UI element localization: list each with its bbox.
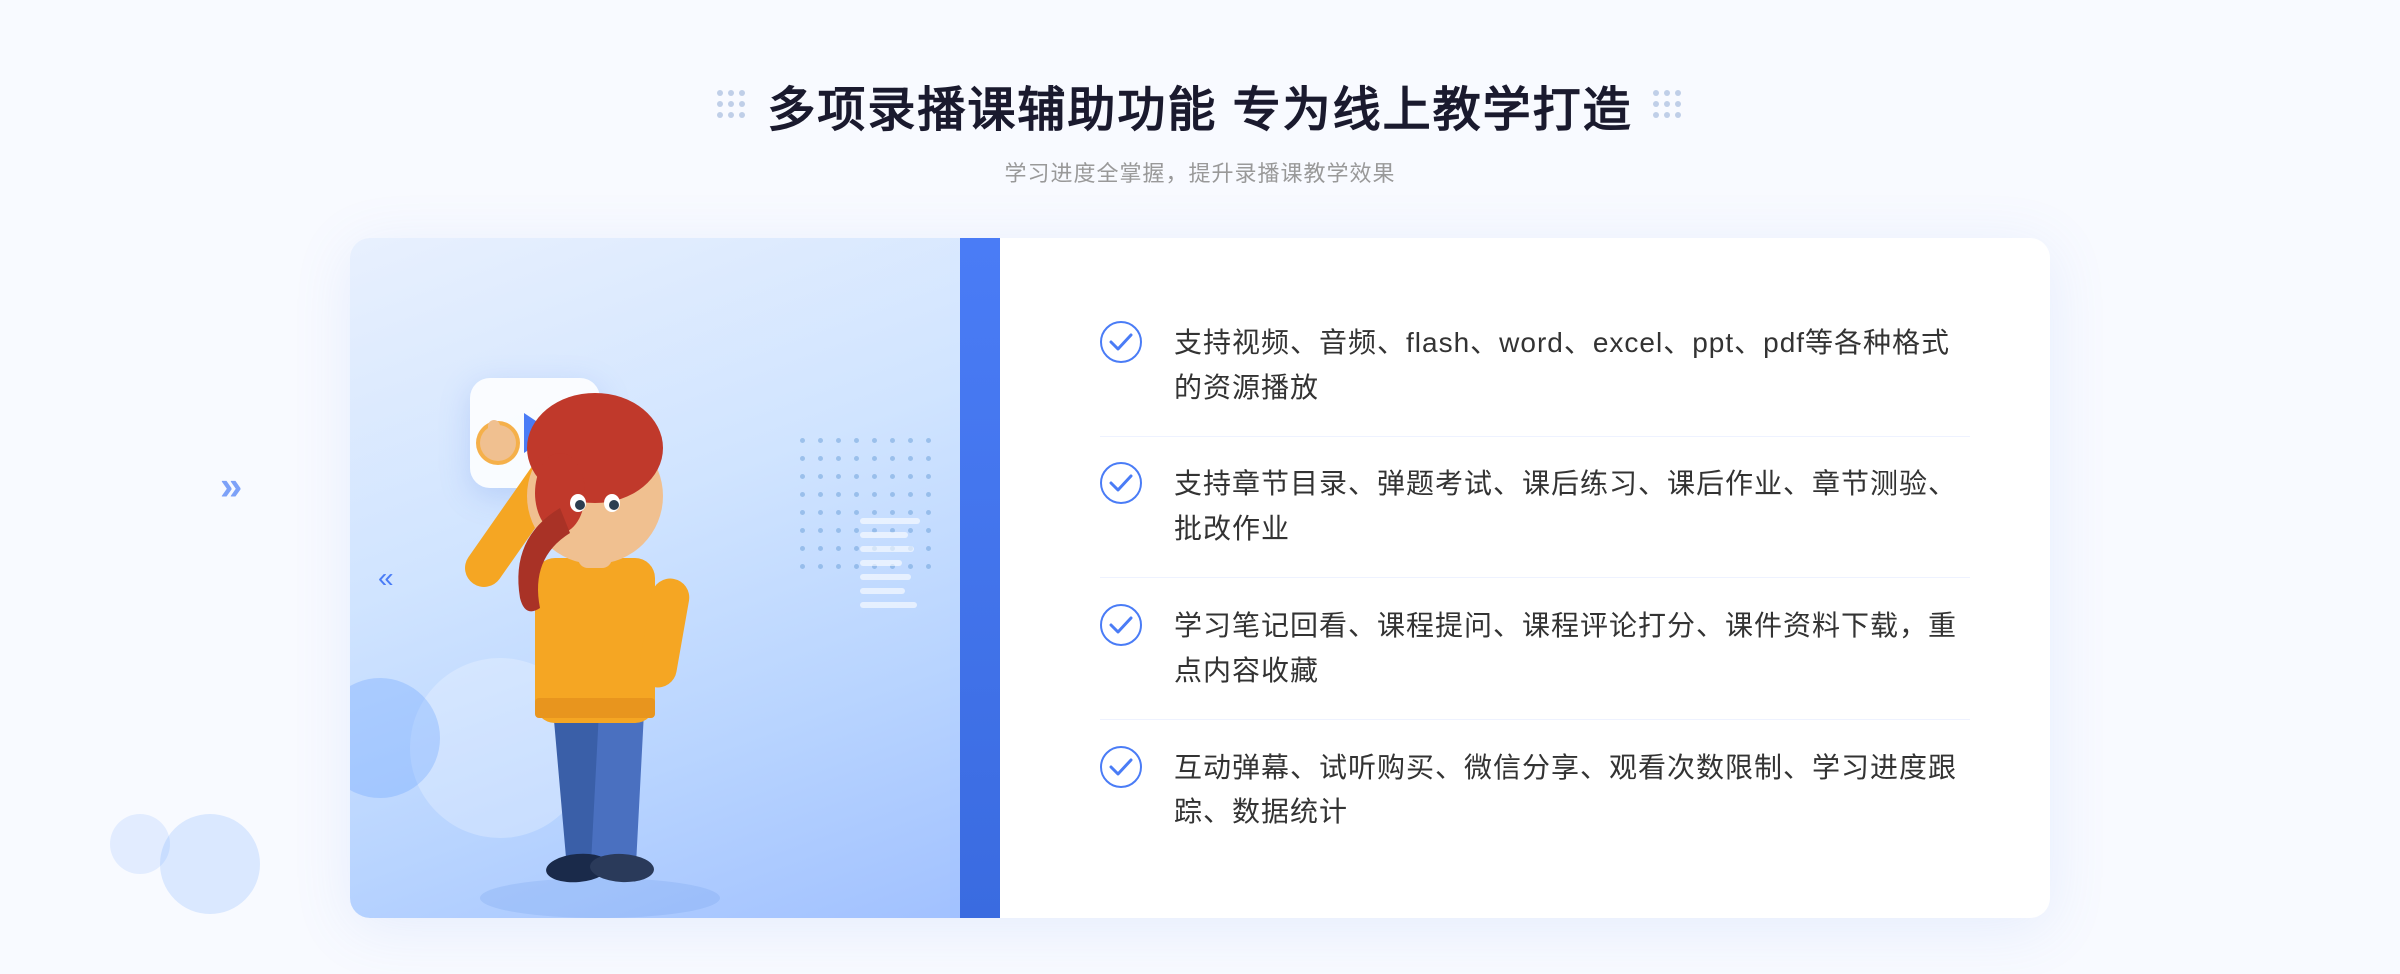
feature-item-1: 支持视频、音频、flash、word、excel、ppt、pdf等各种格式的资源… — [1100, 301, 1970, 431]
header-title-row: 多项录播课辅助功能 专为线上教学打造 — [717, 70, 1682, 140]
chevron-left-icon: « — [378, 564, 394, 592]
page-subtitle: 学习进度全掌握，提升录播课教学效果 — [717, 156, 1682, 188]
feature-item-2: 支持章节目录、弹题考试、课后练习、课后作业、章节测验、批改作业 — [1100, 442, 1970, 572]
header-section: 多项录播课辅助功能 专为线上教学打造 学习进度全掌握，提升录播课教学效果 — [717, 0, 1682, 188]
page-title: 多项录播课辅助功能 专为线上教学打造 — [767, 70, 1632, 140]
divider-1 — [1100, 436, 1970, 437]
right-dots-decoration — [1653, 90, 1683, 120]
feature-item-3: 学习笔记回看、课程提问、课程评论打分、课件资料下载，重点内容收藏 — [1100, 584, 1970, 714]
left-chevrons: « — [378, 564, 394, 592]
feature-text-1: 支持视频、音频、flash、word、excel、ppt、pdf等各种格式的资源… — [1174, 321, 1970, 411]
divider-2 — [1100, 577, 1970, 578]
main-content-card: « — [350, 238, 2050, 918]
feature-text-4: 互动弹幕、试听购买、微信分享、观看次数限制、学习进度跟踪、数据统计 — [1174, 746, 1970, 836]
outside-left-arrow: » — [220, 465, 242, 510]
human-figure-illustration — [430, 338, 770, 918]
features-list: 支持视频、音频、flash、word、excel、ppt、pdf等各种格式的资源… — [1000, 238, 2050, 918]
left-illustration: « — [350, 238, 1000, 918]
feature-text-2: 支持章节目录、弹题考试、课后练习、课后作业、章节测验、批改作业 — [1174, 462, 1970, 552]
stripes-decoration — [860, 518, 920, 638]
left-dots-decoration — [717, 90, 747, 120]
check-icon-3 — [1100, 604, 1142, 646]
feature-text-3: 学习笔记回看、课程提问、课程评论打分、课件资料下载，重点内容收藏 — [1174, 604, 1970, 694]
page-container: 多项录播课辅助功能 专为线上教学打造 学习进度全掌握，提升录播课教学效果 » — [0, 0, 2400, 974]
check-icon-1 — [1100, 321, 1142, 363]
check-icon-2 — [1100, 462, 1142, 504]
check-icon-4 — [1100, 746, 1142, 788]
feature-item-4: 互动弹幕、试听购买、微信分享、观看次数限制、学习进度跟踪、数据统计 — [1100, 726, 1970, 856]
bg-circle-2 — [110, 814, 170, 874]
bg-circle-1 — [160, 814, 260, 914]
blue-vertical-bar — [960, 238, 1000, 918]
divider-3 — [1100, 719, 1970, 720]
